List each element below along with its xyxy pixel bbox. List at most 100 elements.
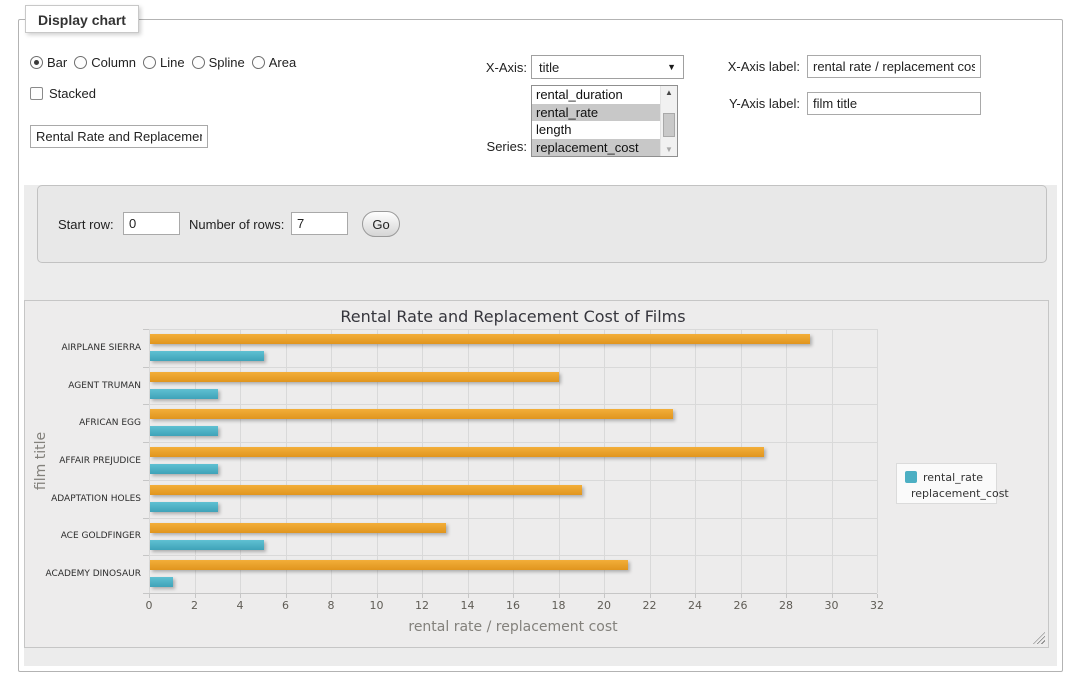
x-axis-tick — [195, 594, 196, 598]
x-axis-title: rental rate / replacement cost — [149, 619, 877, 635]
series-option-rental_rate[interactable]: rental_rate — [532, 104, 660, 122]
bar-rental_rate-1[interactable] — [150, 389, 218, 399]
series-option-replacement_cost[interactable]: replacement_cost — [532, 139, 660, 157]
x-axis-tick — [832, 594, 833, 598]
x-axis-tick — [286, 594, 287, 598]
x-tick-label: 24 — [688, 599, 702, 612]
series-listbox[interactable]: rental_durationrental_ratelengthreplacem… — [531, 85, 678, 157]
bar-rental_rate-6[interactable] — [150, 577, 173, 587]
bar-replacement_cost-3[interactable] — [150, 447, 764, 457]
chart-type-radio-spline[interactable]: Spline — [192, 55, 245, 70]
radio-icon[interactable] — [192, 56, 205, 69]
y-axis-tick — [143, 555, 149, 556]
x-axis-tick — [422, 594, 423, 598]
stacked-checkbox[interactable] — [30, 87, 43, 100]
y-axis-tick — [143, 518, 149, 519]
radio-icon[interactable] — [74, 56, 87, 69]
x-axis-select[interactable]: title ▼ — [531, 55, 684, 79]
legend-item-replacement_cost[interactable]: replacement_cost — [905, 485, 996, 501]
x-tick-label: 4 — [237, 599, 244, 612]
y-axis-label-input[interactable] — [807, 92, 981, 115]
x-tick-label: 12 — [415, 599, 429, 612]
bar-replacement_cost-6[interactable] — [150, 560, 628, 570]
bar-replacement_cost-4[interactable] — [150, 485, 582, 495]
series-scrollbar[interactable]: ▲ ▼ — [660, 86, 677, 156]
category-label: ACADEMY DINOSAUR — [29, 569, 141, 579]
bar-replacement_cost-5[interactable] — [150, 523, 446, 533]
x-axis-tick — [786, 594, 787, 598]
radio-label: Spline — [209, 55, 245, 70]
bar-rental_rate-4[interactable] — [150, 502, 218, 512]
x-axis-tick — [149, 594, 150, 598]
x-tick-label: 28 — [779, 599, 793, 612]
x-tick-label: 14 — [461, 599, 475, 612]
stacked-checkbox-row[interactable]: Stacked — [30, 86, 96, 101]
radio-icon[interactable] — [252, 56, 265, 69]
radio-label: Bar — [47, 55, 67, 70]
x-tick-label: 0 — [146, 599, 153, 612]
gridline-vertical — [331, 329, 332, 593]
chart-type-radio-line[interactable]: Line — [143, 55, 185, 70]
y-axis-tick — [143, 480, 149, 481]
chart-type-radio-group: Bar Column Line Spline Area — [30, 55, 303, 70]
scroll-up-icon[interactable]: ▲ — [661, 88, 677, 97]
series-option-rental_duration[interactable]: rental_duration — [532, 86, 660, 104]
chart-type-radio-area[interactable]: Area — [252, 55, 296, 70]
gridline-vertical — [240, 329, 241, 593]
series-option-length[interactable]: length — [532, 121, 660, 139]
x-axis-tick — [559, 594, 560, 598]
category-label: ACE GOLDFINGER — [29, 531, 141, 541]
chart-type-radio-bar[interactable]: Bar — [30, 55, 67, 70]
radio-label: Area — [269, 55, 296, 70]
gridline-horizontal — [149, 442, 877, 443]
gridline-vertical — [468, 329, 469, 593]
chart-title: Rental Rate and Replacement Cost of Film… — [149, 307, 877, 326]
page: Display chart BarColumnLineSplineArea St… — [0, 0, 1081, 681]
gridline-vertical — [786, 329, 787, 593]
resize-grip-icon[interactable] — [1033, 632, 1045, 644]
x-axis-label-input[interactable] — [807, 55, 981, 78]
radio-icon[interactable] — [143, 56, 156, 69]
gridline-horizontal — [149, 518, 877, 519]
go-button[interactable]: Go — [362, 211, 400, 237]
x-axis-tick — [331, 594, 332, 598]
gridline-vertical — [195, 329, 196, 593]
chart-title-input[interactable] — [30, 125, 208, 148]
start-row-input[interactable] — [123, 212, 180, 235]
start-row-label: Start row: — [58, 217, 114, 232]
gridline-vertical — [286, 329, 287, 593]
x-tick-label: 20 — [597, 599, 611, 612]
x-axis-selected-value: title — [539, 60, 559, 75]
bar-rental_rate-3[interactable] — [150, 464, 218, 474]
radio-icon[interactable] — [30, 56, 43, 69]
y-axis-tick — [143, 442, 149, 443]
scroll-down-icon[interactable]: ▼ — [661, 145, 677, 154]
x-axis-tick — [240, 594, 241, 598]
bar-rental_rate-5[interactable] — [150, 540, 264, 550]
bar-replacement_cost-1[interactable] — [150, 372, 559, 382]
scrollbar-thumb[interactable] — [663, 113, 675, 137]
x-axis-tick — [741, 594, 742, 598]
x-tick-label: 30 — [825, 599, 839, 612]
bar-replacement_cost-2[interactable] — [150, 409, 673, 419]
x-tick-label: 22 — [643, 599, 657, 612]
bar-replacement_cost-0[interactable] — [150, 334, 810, 344]
gridline-vertical — [650, 329, 651, 593]
y-axis-label-label: Y-Axis label: — [700, 96, 800, 111]
x-axis-tick — [650, 594, 651, 598]
x-axis-tick — [468, 594, 469, 598]
x-axis-line — [149, 593, 877, 594]
gridline-vertical — [832, 329, 833, 593]
bar-rental_rate-2[interactable] — [150, 426, 218, 436]
gridline-vertical — [422, 329, 423, 593]
chart-legend: rental_ratereplacement_cost — [896, 463, 997, 504]
chart-container: Rental Rate and Replacement Cost of Film… — [24, 300, 1049, 648]
legend-item-rental_rate[interactable]: rental_rate — [905, 469, 996, 485]
num-rows-input[interactable] — [291, 212, 348, 235]
gridline-horizontal — [149, 555, 877, 556]
stacked-label: Stacked — [49, 86, 96, 101]
x-axis-tick — [377, 594, 378, 598]
y-axis-title: film title — [33, 401, 49, 521]
bar-rental_rate-0[interactable] — [150, 351, 264, 361]
chart-type-radio-column[interactable]: Column — [74, 55, 136, 70]
